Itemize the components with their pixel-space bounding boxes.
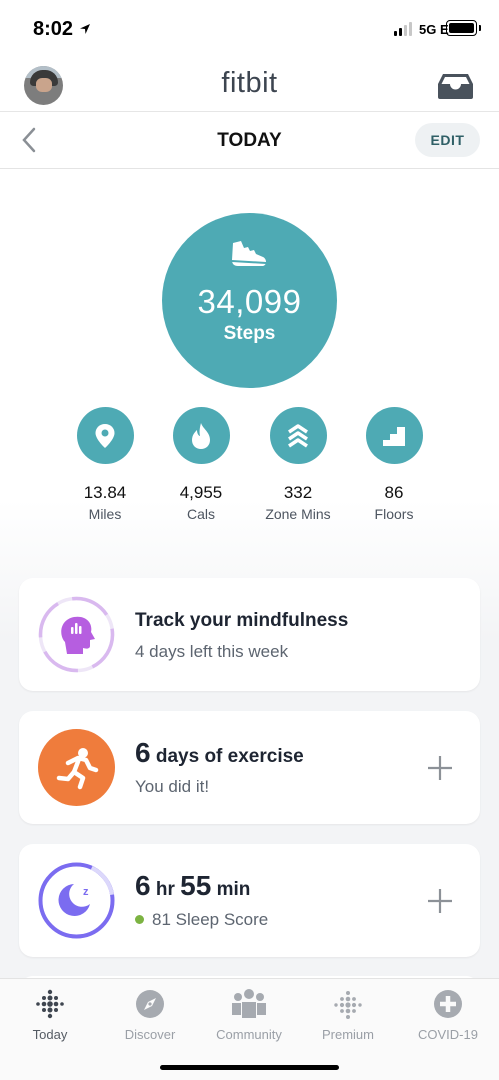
stat-calories[interactable]: 4,955 Cals bbox=[151, 407, 251, 522]
app-header: fitbit bbox=[0, 58, 499, 112]
tab-today[interactable]: Today bbox=[0, 987, 100, 1042]
svg-text:z: z bbox=[83, 886, 89, 898]
status-bar: 8:02 5G E bbox=[0, 0, 499, 58]
sleep-duration: 6 hr 55 min bbox=[135, 870, 250, 902]
home-indicator bbox=[160, 1065, 339, 1070]
sleep-card[interactable]: z 6 hr 55 min 81 Sleep Score bbox=[19, 844, 480, 957]
tab-premium[interactable]: Premium bbox=[298, 987, 398, 1042]
inbox-icon[interactable] bbox=[437, 72, 474, 105]
sleep-hours: 6 bbox=[135, 870, 151, 901]
add-exercise-button[interactable] bbox=[427, 755, 453, 781]
stat-label: Zone Mins bbox=[265, 506, 331, 522]
exercise-days-label: days of exercise bbox=[155, 746, 304, 767]
shoe-icon bbox=[230, 239, 268, 276]
dashboard: 34,099 Steps 13.84 Miles 4,955 Cals 332 … bbox=[0, 170, 499, 996]
stat-value: 4,955 bbox=[179, 483, 223, 502]
tab-label: Discover bbox=[124, 1027, 176, 1042]
exercise-days-count: 6 bbox=[135, 737, 151, 768]
dots-grid-icon bbox=[0, 987, 100, 1021]
stat-value: 332 bbox=[283, 483, 313, 502]
running-icon bbox=[38, 729, 115, 806]
stat-floors[interactable]: 86 Floors bbox=[344, 407, 444, 522]
people-icon bbox=[199, 987, 299, 1021]
card-title: Track your mindfulness bbox=[135, 610, 349, 631]
flame-icon bbox=[172, 407, 230, 464]
sleep-minutes: 55 bbox=[180, 870, 212, 901]
mindfulness-card[interactable]: Track your mindfulness 4 days left this … bbox=[19, 578, 480, 691]
plus-circle-icon bbox=[398, 987, 498, 1021]
tab-label: Community bbox=[216, 1027, 282, 1042]
sleep-hours-unit: hr bbox=[155, 879, 175, 900]
tab-label: Premium bbox=[321, 1027, 374, 1042]
sleep-score: 81 Sleep Score bbox=[152, 910, 269, 929]
stat-label: Floors bbox=[374, 506, 414, 522]
steps-label: Steps bbox=[223, 323, 276, 344]
tab-covid-19[interactable]: COVID-19 bbox=[398, 987, 498, 1042]
nav-bar: TODAY EDIT bbox=[0, 112, 499, 169]
mindful-head-icon bbox=[38, 596, 115, 673]
brand-logo: fitbit bbox=[221, 67, 278, 99]
moon-icon: z bbox=[38, 862, 115, 939]
steps-value: 34,099 bbox=[197, 283, 302, 320]
status-time: 8:02 bbox=[33, 18, 74, 40]
card-subtitle: You did it! bbox=[135, 777, 210, 796]
chevrons-up-icon bbox=[269, 407, 327, 464]
edit-button[interactable]: EDIT bbox=[415, 123, 480, 157]
stat-value: 13.84 bbox=[83, 483, 127, 502]
exercise-card[interactable]: 6 days of exercise You did it! bbox=[19, 711, 480, 824]
dots-grid-icon bbox=[298, 987, 398, 1021]
signal-icon bbox=[394, 22, 412, 36]
location-pin-icon bbox=[76, 407, 134, 464]
sleep-score-dot bbox=[135, 915, 144, 924]
stat-miles[interactable]: 13.84 Miles bbox=[55, 407, 155, 522]
stat-value: 86 bbox=[384, 483, 404, 502]
network-type: 5G E bbox=[419, 22, 449, 37]
stat-label: Cals bbox=[186, 506, 215, 522]
card-subtitle: 4 days left this week bbox=[135, 642, 289, 661]
steps-tile[interactable]: 34,099 Steps bbox=[162, 213, 337, 388]
exercise-summary: 6 days of exercise bbox=[135, 737, 304, 769]
battery-icon bbox=[446, 20, 477, 36]
location-arrow-icon bbox=[79, 22, 91, 40]
tab-community[interactable]: Community bbox=[199, 987, 299, 1042]
sleep-score-line: 81 Sleep Score bbox=[135, 910, 268, 930]
stairs-icon bbox=[365, 407, 423, 464]
tab-discover[interactable]: Discover bbox=[100, 987, 200, 1042]
stat-label: Miles bbox=[88, 506, 122, 522]
add-sleep-button[interactable] bbox=[427, 888, 453, 914]
compass-icon bbox=[100, 987, 200, 1021]
tab-label: Today bbox=[32, 1027, 68, 1042]
tab-label: COVID-19 bbox=[418, 1027, 478, 1042]
battery-nub bbox=[479, 25, 481, 31]
sleep-minutes-unit: min bbox=[216, 879, 251, 900]
stat-zone-mins[interactable]: 332 Zone Mins bbox=[248, 407, 348, 522]
